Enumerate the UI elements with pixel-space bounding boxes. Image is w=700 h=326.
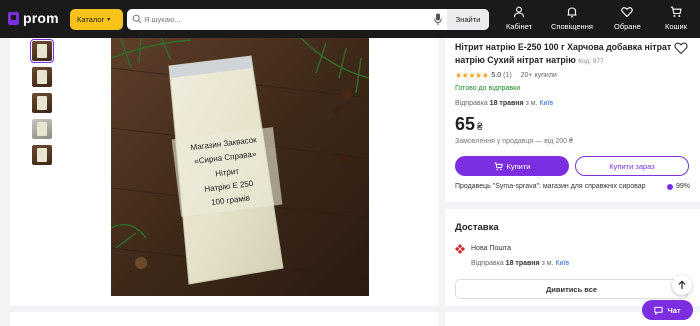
catalog-label: Каталог <box>77 15 105 24</box>
favorites-label: Обране <box>614 22 641 31</box>
arrow-up-icon <box>678 280 686 289</box>
chat-label: Чат <box>667 305 681 315</box>
seller-score-value: 99% <box>675 183 690 190</box>
cart-link[interactable]: Кошик <box>665 6 687 31</box>
rating-stars-icon: ★★★★★ <box>455 71 489 80</box>
thumbnail[interactable] <box>32 93 52 113</box>
dispatch-date: 18 травня <box>489 100 524 107</box>
user-icon <box>513 6 525 18</box>
delivery-dispatch-date: 18 травня <box>505 260 540 267</box>
top-header: prom Каталог ▾ Знайти Кабінет Сповіщення <box>0 0 700 38</box>
main-product-photo[interactable]: Магазин Заквасок «Сирна Справа» Нітрит Н… <box>111 38 369 296</box>
cart-label: Кошик <box>665 22 688 31</box>
add-to-favorites-heart-icon[interactable] <box>674 41 688 55</box>
purchases-count: 20+ купили <box>520 72 557 79</box>
favorites-link[interactable]: Обране <box>614 6 641 31</box>
logo-mark-icon <box>8 11 19 25</box>
view-all-delivery-button[interactable]: Дивитись все <box>455 279 688 299</box>
buy-now-button[interactable]: Купити зараз <box>575 156 689 176</box>
delivery-card: Доставка Нова Пошта Відправка 18 травня … <box>445 209 700 306</box>
product-price: 65 ₴ <box>455 114 483 135</box>
search-button[interactable]: Знайти <box>447 9 489 30</box>
bell-icon <box>567 7 577 18</box>
buy-label: Купити <box>506 161 531 171</box>
scroll-to-top-button[interactable] <box>672 275 692 295</box>
cabinet-link[interactable]: Кабінет <box>506 6 532 31</box>
product-title: Нітрит натрію Е-250 100 г Харчова добавк… <box>455 41 673 68</box>
chat-button[interactable]: Чат <box>642 300 693 320</box>
product-title-text: Нітрит натрію Е-250 100 г Харчова добавк… <box>455 42 672 65</box>
product-code: Код: 977 <box>578 57 604 65</box>
search-icon <box>132 14 142 24</box>
seller-name: Продавець "Syma-sprava": магазин для спр… <box>455 183 646 190</box>
buy-button[interactable]: Купити <box>455 156 569 176</box>
min-order-note: Замовлення у продавця — від 200 ₴ <box>455 138 573 145</box>
thumbnail[interactable] <box>32 67 52 87</box>
chevron-down-icon: ▾ <box>107 17 111 23</box>
notifications-link[interactable]: Сповіщення <box>551 6 593 31</box>
delivery-dispatch-info: Відправка 18 травня з м. Київ <box>471 260 569 267</box>
nova-poshta-icon <box>455 244 465 254</box>
price-value: 65 <box>455 114 476 134</box>
rating-value: 5.0 <box>491 72 502 79</box>
prom-logo[interactable]: prom <box>8 10 59 26</box>
seller-row[interactable]: Продавець "Syma-sprava": магазин для спр… <box>455 183 690 190</box>
microphone-icon[interactable] <box>434 13 442 26</box>
price-currency: ₴ <box>477 122 483 133</box>
availability-status: Готово до відправки <box>455 85 521 92</box>
next-section-card <box>10 312 439 326</box>
cart-icon <box>494 161 503 170</box>
product-info-card: Нітрит натрію Е-250 100 г Харчова добавк… <box>445 38 700 202</box>
thumbnail[interactable] <box>32 119 52 139</box>
dispatch-prefix: Відправка <box>455 100 488 107</box>
delivery-city-link[interactable]: Київ <box>555 260 569 267</box>
dispatch-from: з м. <box>525 100 538 107</box>
delivery-title: Доставка <box>455 222 499 233</box>
seller-score-icon <box>666 183 673 190</box>
delivery-dispatch-from: з м. <box>541 260 554 267</box>
thumbnail[interactable] <box>30 39 54 63</box>
dispatch-info: Відправка 18 травня з м. Київ <box>455 100 553 107</box>
logo-text: prom <box>23 10 59 26</box>
chat-bubble-icon <box>654 306 664 315</box>
thumbnail[interactable] <box>32 145 52 165</box>
cart-icon <box>670 6 682 17</box>
seller-rating: 99% <box>666 183 690 190</box>
delivery-dispatch-prefix: Відправка <box>471 260 504 267</box>
notifications-label: Сповіщення <box>551 22 593 31</box>
dispatch-city-link[interactable]: Київ <box>539 100 553 107</box>
search-input[interactable] <box>144 12 434 27</box>
cabinet-label: Кабінет <box>506 22 533 31</box>
catalog-button[interactable]: Каталог ▾ <box>70 9 123 30</box>
rating-row[interactable]: ★★★★★ 5.0 (1) 20+ купили <box>455 71 557 80</box>
heart-icon <box>621 7 634 18</box>
rating-count: (1) <box>503 72 512 79</box>
delivery-carrier: Нова Пошта <box>471 245 511 252</box>
